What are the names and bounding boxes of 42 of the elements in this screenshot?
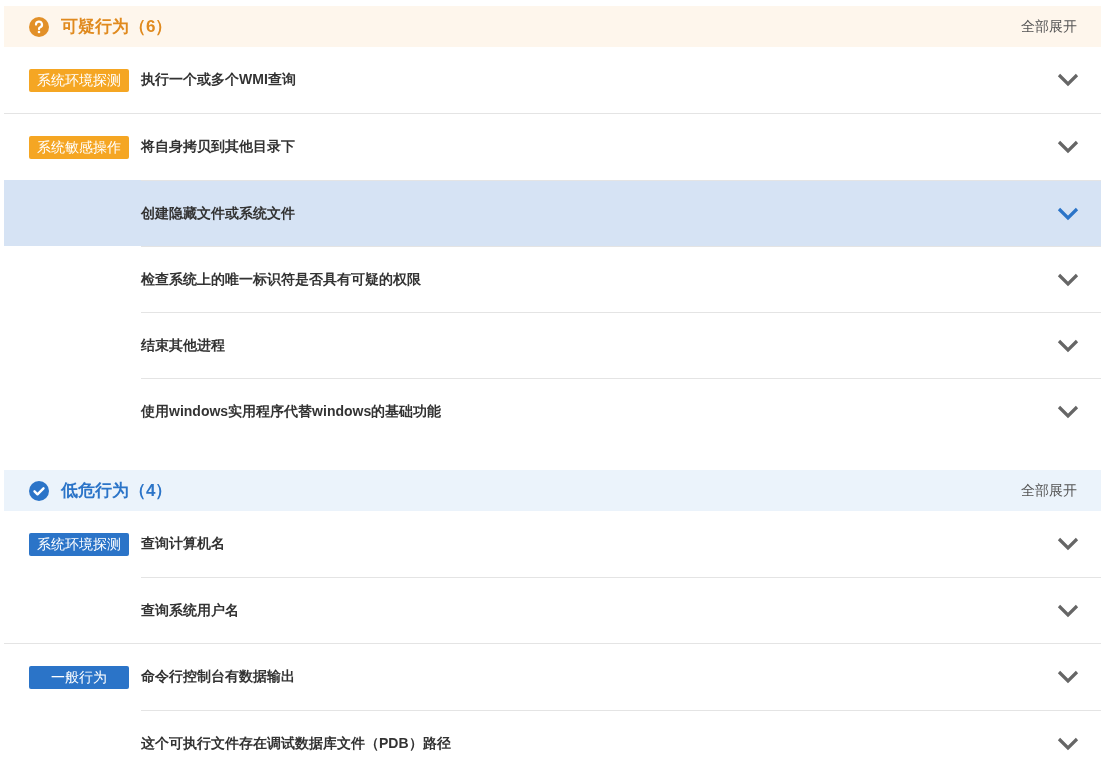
chevron-down-icon[interactable] — [1057, 272, 1079, 287]
behavior-text: 命令行控制台有数据输出 — [141, 668, 295, 686]
behavior-row[interactable]: 系统环境探测 执行一个或多个WMI查询 — [4, 47, 1101, 113]
behavior-text: 查询系统用户名 — [141, 601, 239, 620]
behavior-row[interactable]: 这个可执行文件存在调试数据库文件（PDB）路径 — [4, 710, 1101, 771]
behavior-row[interactable]: 结束其他进程 — [4, 312, 1101, 378]
behavior-text: 创建隐藏文件或系统文件 — [141, 204, 295, 223]
behavior-text: 这个可执行文件存在调试数据库文件（PDB）路径 — [141, 734, 451, 753]
chevron-down-icon[interactable] — [1057, 736, 1079, 751]
behavior-text: 查询计算机名 — [141, 535, 225, 553]
behavior-row[interactable]: 系统环境探测 查询计算机名 — [4, 511, 1101, 577]
behavior-row[interactable]: 查询系统用户名 — [4, 577, 1101, 643]
behavior-row[interactable]: 系统敏感操作 将自身拷贝到其他目录下 — [4, 113, 1101, 180]
behavior-text: 结束其他进程 — [141, 336, 225, 355]
behavior-row[interactable]: 一般行为 命令行控制台有数据输出 — [4, 643, 1101, 710]
section-count: （4） — [129, 480, 173, 502]
behavior-text: 执行一个或多个WMI查询 — [141, 71, 296, 89]
behavior-row[interactable]: 检查系统上的唯一标识符是否具有可疑的权限 — [4, 246, 1101, 312]
behavior-row[interactable]: 使用windows实用程序代替windows的基础功能 — [4, 378, 1101, 444]
chevron-down-icon[interactable] — [1057, 404, 1079, 419]
question-icon — [29, 16, 49, 37]
category-tag: 系统环境探测 — [29, 68, 129, 92]
section-count: （6） — [129, 16, 173, 38]
chevron-down-icon[interactable] — [1057, 140, 1079, 154]
chevron-down-icon[interactable] — [1057, 670, 1079, 684]
behavior-text: 检查系统上的唯一标识符是否具有可疑的权限 — [141, 270, 421, 289]
section-title: 低危行为 — [61, 480, 129, 502]
chevron-down-icon[interactable] — [1057, 338, 1079, 353]
behavior-text: 将自身拷贝到其他目录下 — [141, 138, 295, 156]
category-tag: 一般行为 — [29, 665, 129, 689]
expand-all-link[interactable]: 全部展开 — [1021, 481, 1077, 500]
behavior-text: 使用windows实用程序代替windows的基础功能 — [141, 402, 442, 421]
expand-all-link[interactable]: 全部展开 — [1021, 17, 1077, 36]
chevron-down-icon[interactable] — [1057, 537, 1079, 551]
behavior-row[interactable]: 创建隐藏文件或系统文件 — [4, 180, 1101, 246]
chevron-down-icon[interactable] — [1057, 73, 1079, 87]
chevron-down-icon[interactable] — [1057, 603, 1079, 618]
check-icon — [29, 480, 49, 501]
chevron-down-icon[interactable] — [1057, 206, 1079, 221]
category-tag: 系统环境探测 — [29, 532, 129, 556]
category-tag: 系统敏感操作 — [29, 135, 129, 159]
section-title: 可疑行为 — [61, 16, 129, 38]
